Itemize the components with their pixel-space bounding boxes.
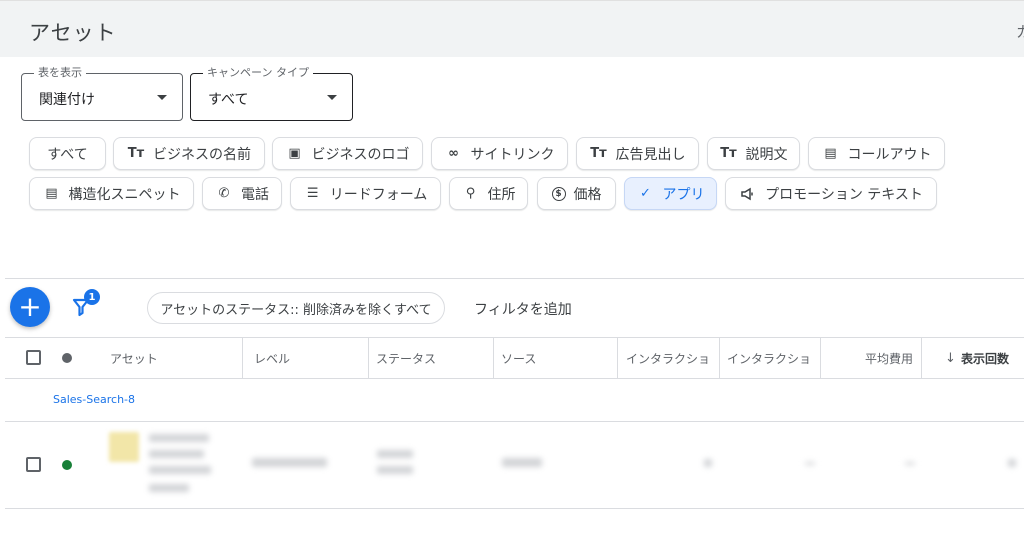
chip-address[interactable]: ⚲ 住所 bbox=[449, 177, 528, 210]
chip-label: 構造化スニペット bbox=[68, 186, 181, 203]
redacted-status-text bbox=[377, 450, 413, 458]
chip-description[interactable]: Tт 説明文 bbox=[707, 137, 800, 170]
chip-all[interactable]: すべて bbox=[29, 137, 106, 170]
text-format-icon: Tт bbox=[590, 146, 607, 161]
chip-label: 住所 bbox=[487, 186, 516, 203]
dropdown-caret-icon bbox=[327, 95, 337, 100]
document-icon: ▤ bbox=[45, 186, 58, 201]
column-divider bbox=[921, 338, 922, 378]
chip-label: 価格 bbox=[573, 186, 602, 203]
redacted-asset-text bbox=[149, 450, 204, 458]
check-icon: ✓ bbox=[640, 186, 651, 201]
section-divider bbox=[5, 278, 1024, 279]
header-edge-text: カ bbox=[1016, 23, 1024, 41]
page-header: アセット カ bbox=[0, 0, 1024, 57]
view-select-label: 表を表示 bbox=[34, 66, 86, 80]
status-filter-chip[interactable]: アセットのステータス:: 削除済みを除くすべて bbox=[147, 292, 445, 324]
chip-label: 電話 bbox=[241, 186, 269, 203]
column-divider bbox=[617, 338, 618, 378]
megaphone-icon bbox=[739, 185, 757, 203]
column-divider bbox=[242, 338, 243, 378]
image-icon: ▣ bbox=[288, 146, 301, 161]
chip-label: プロモーション テキスト bbox=[765, 186, 923, 203]
chip-price[interactable]: $ 価格 bbox=[537, 177, 616, 210]
text-format-icon: Tт bbox=[720, 146, 737, 161]
form-icon: ☰ bbox=[306, 186, 319, 201]
dropdown-caret-icon bbox=[157, 95, 167, 100]
assets-page: アセット カ 表を表示 関連付け キャンペーン タイプ すべて すべて Tт ビ… bbox=[0, 0, 1024, 551]
table-row bbox=[5, 422, 1024, 509]
chip-label: 説明文 bbox=[745, 146, 788, 163]
status-enabled-dot-icon bbox=[62, 460, 72, 470]
select-all-checkbox[interactable] bbox=[26, 350, 41, 365]
chip-promotion-text[interactable]: プロモーション テキスト bbox=[725, 177, 937, 210]
table-group-row: Sales-Search-8 bbox=[5, 380, 1024, 422]
status-column-dot-icon bbox=[62, 353, 72, 363]
campaign-type-select-value: すべて bbox=[208, 92, 249, 108]
column-header-status[interactable]: ステータス bbox=[376, 338, 491, 378]
filter-count-badge: 1 bbox=[84, 289, 100, 305]
column-divider bbox=[820, 338, 821, 378]
chip-callout[interactable]: ▤ コールアウト bbox=[808, 137, 945, 170]
add-filter-button[interactable]: フィルタを追加 bbox=[474, 299, 572, 319]
campaign-group-link[interactable]: Sales-Search-8 bbox=[53, 393, 135, 406]
chip-label: コールアウト bbox=[847, 146, 932, 163]
column-header-interactions[interactable]: インタラクショ bbox=[626, 338, 716, 378]
chip-sitelink[interactable]: ∞ サイトリンク bbox=[431, 137, 568, 170]
add-asset-button[interactable]: + bbox=[10, 287, 50, 327]
column-header-interaction-rate[interactable]: インタラクショ bbox=[727, 338, 817, 378]
chip-label: すべて bbox=[47, 146, 88, 163]
column-divider bbox=[493, 338, 494, 378]
chip-business-name[interactable]: Tт ビジネスの名前 bbox=[113, 137, 265, 170]
view-select-value: 関連付け bbox=[39, 92, 95, 108]
chip-business-logo[interactable]: ▣ ビジネスのロゴ bbox=[272, 137, 423, 170]
redacted-value bbox=[805, 462, 815, 465]
column-header-impressions[interactable]: 表示回数 bbox=[961, 338, 1021, 378]
redacted-status-text bbox=[377, 466, 413, 474]
page-title: アセット bbox=[29, 21, 117, 45]
chip-label: リードフォーム bbox=[329, 186, 428, 203]
redacted-value bbox=[704, 459, 712, 467]
column-header-asset[interactable]: アセット bbox=[110, 338, 240, 378]
price-icon: $ bbox=[551, 186, 566, 201]
redacted-asset-text bbox=[149, 434, 209, 442]
text-format-icon: Tт bbox=[127, 146, 145, 161]
column-header-source[interactable]: ソース bbox=[501, 338, 616, 378]
chip-lead-form[interactable]: ☰ リードフォーム bbox=[290, 177, 441, 210]
column-divider bbox=[368, 338, 369, 378]
table-header: アセット レベル ステータス ソース インタラクショ インタラクショ 平均費用 … bbox=[5, 337, 1024, 379]
phone-icon: ✆ bbox=[218, 186, 230, 201]
redacted-source-text bbox=[502, 458, 542, 467]
chip-structured-snippet[interactable]: ▤ 構造化スニペット bbox=[29, 177, 194, 210]
chip-headline[interactable]: Tт 広告見出し bbox=[576, 137, 699, 170]
column-header-avg-cost[interactable]: 平均費用 bbox=[829, 338, 913, 378]
column-header-level[interactable]: レベル bbox=[254, 338, 372, 378]
chip-label: サイトリンク bbox=[470, 146, 555, 163]
redacted-level-text bbox=[252, 458, 327, 467]
campaign-type-select-label: キャンペーン タイプ bbox=[203, 66, 313, 80]
redacted-asset-text bbox=[149, 466, 211, 474]
document-icon: ▤ bbox=[824, 146, 837, 161]
chip-label: ビジネスのロゴ bbox=[311, 146, 410, 163]
chip-label: アプリ bbox=[662, 186, 705, 203]
chip-label: ビジネスの名前 bbox=[153, 146, 251, 163]
column-divider bbox=[719, 338, 720, 378]
chip-phone[interactable]: ✆ 電話 bbox=[202, 177, 282, 210]
view-select[interactable]: 表を表示 関連付け bbox=[21, 66, 183, 121]
campaign-type-select[interactable]: キャンペーン タイプ すべて bbox=[190, 66, 353, 121]
link-icon: ∞ bbox=[448, 146, 459, 161]
asset-thumbnail bbox=[109, 432, 139, 462]
chip-app[interactable]: ✓ アプリ bbox=[624, 177, 717, 210]
chip-label: 広告見出し bbox=[615, 146, 686, 163]
redacted-value bbox=[905, 462, 915, 465]
row-checkbox[interactable] bbox=[26, 457, 41, 472]
redacted-value bbox=[1008, 459, 1016, 467]
location-pin-icon: ⚲ bbox=[465, 186, 476, 201]
redacted-asset-text bbox=[149, 484, 189, 492]
sort-down-arrow-icon[interactable]: ↓ bbox=[945, 338, 961, 378]
